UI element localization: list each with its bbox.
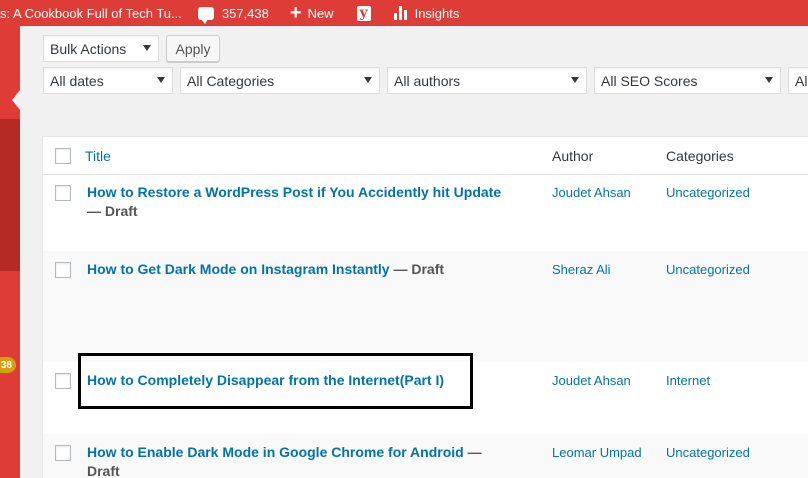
post-title-cell: How to Get Dark Mode on Instagram Instan… [87,260,517,279]
comments-count: 357,438 [221,5,269,21]
post-state: — Draft [87,203,138,219]
admin-menu: 38 [0,26,20,478]
post-author-link[interactable]: Sheraz Ali [552,262,611,277]
post-title-link[interactable]: How to Completely Disappear from the Int… [87,372,444,388]
post-title-cell: How to Enable Dark Mode in Google Chrome… [87,443,517,478]
table-row: How to Enable Dark Mode in Google Chrome… [43,434,808,478]
column-author-header: Author [552,148,594,164]
site-name-link[interactable]: s: A Cookbook Full of Tech Tu... [0,0,182,26]
new-content-link[interactable]: + New [290,0,334,26]
dates-filter-select[interactable]: All dates [43,67,173,94]
post-author-link[interactable]: Leomar Umpad [552,445,642,460]
yoast-seo-link[interactable]: y [355,0,373,26]
comment-bubble-icon [197,6,214,24]
readability-filter-value: All [795,72,808,89]
post-category-link[interactable]: Uncategorized [666,262,750,277]
table-row: How to Restore a WordPress Post if You A… [43,175,808,251]
column-categories-header: Categories [666,148,734,164]
comments-link[interactable]: 357,438 [197,0,269,26]
new-label: New [307,5,334,21]
bulk-actions-value: Bulk Actions [50,40,127,57]
post-category-link[interactable]: Internet [666,373,710,388]
post-title-cell: How to Completely Disappear from the Int… [87,371,517,390]
chevron-down-icon [364,77,372,83]
row-checkbox[interactable] [55,373,71,389]
categories-filter-value: All Categories [187,72,275,89]
admin-bar: s: A Cookbook Full of Tech Tu... 357,438… [0,0,808,26]
posts-table: Title Author Categories How to Restore a… [42,136,808,478]
seo-score-filter-select[interactable]: All SEO Scores [594,67,781,94]
current-menu-pointer [12,90,20,110]
plus-icon: + [289,2,302,24]
site-name: s: A Cookbook Full of Tech Tu... [0,5,182,21]
table-row: How to Get Dark Mode on Instagram Instan… [43,251,808,362]
chevron-down-icon [765,77,773,83]
categories-filter-select[interactable]: All Categories [180,67,380,94]
row-checkbox[interactable] [55,185,71,201]
post-title-cell: How to Restore a WordPress Post if You A… [87,183,517,221]
column-title-sort-link[interactable]: Title [85,148,111,164]
chevron-down-icon [143,45,151,51]
apply-button[interactable]: Apply [166,35,220,62]
post-state: — Draft [389,261,445,277]
authors-filter-select[interactable]: All authors [387,67,587,94]
post-category-link[interactable]: Uncategorized [666,185,750,200]
post-author-link[interactable]: Joudet Ahsan [552,373,631,388]
post-title-link[interactable]: How to Enable Dark Mode in Google Chrome… [87,444,464,460]
post-title-link[interactable]: How to Get Dark Mode on Instagram Instan… [87,261,390,277]
insights-link[interactable]: Insights [393,0,460,26]
post-title-link[interactable]: How to Restore a WordPress Post if You A… [87,184,501,200]
authors-filter-value: All authors [394,72,461,89]
admin-menu-active-section[interactable] [0,119,20,271]
seo-score-filter-value: All SEO Scores [601,72,698,89]
table-row: How to Completely Disappear from the Int… [43,362,808,434]
post-category-link[interactable]: Uncategorized [666,445,750,460]
chevron-down-icon [157,77,165,83]
dates-filter-value: All dates [50,72,104,89]
row-checkbox[interactable] [55,445,71,461]
bar-chart-icon [393,6,407,20]
readability-filter-select[interactable]: All [788,67,808,94]
row-checkbox[interactable] [55,262,71,278]
bulk-actions-select[interactable]: Bulk Actions [43,35,159,62]
post-author-link[interactable]: Joudet Ahsan [552,185,631,200]
yoast-icon: y [356,5,371,21]
select-all-checkbox[interactable] [55,148,71,164]
insights-label: Insights [414,5,460,21]
chevron-down-icon [571,77,579,83]
pending-count-badge: 38 [0,357,16,373]
table-header: Title Author Categories [43,137,808,175]
